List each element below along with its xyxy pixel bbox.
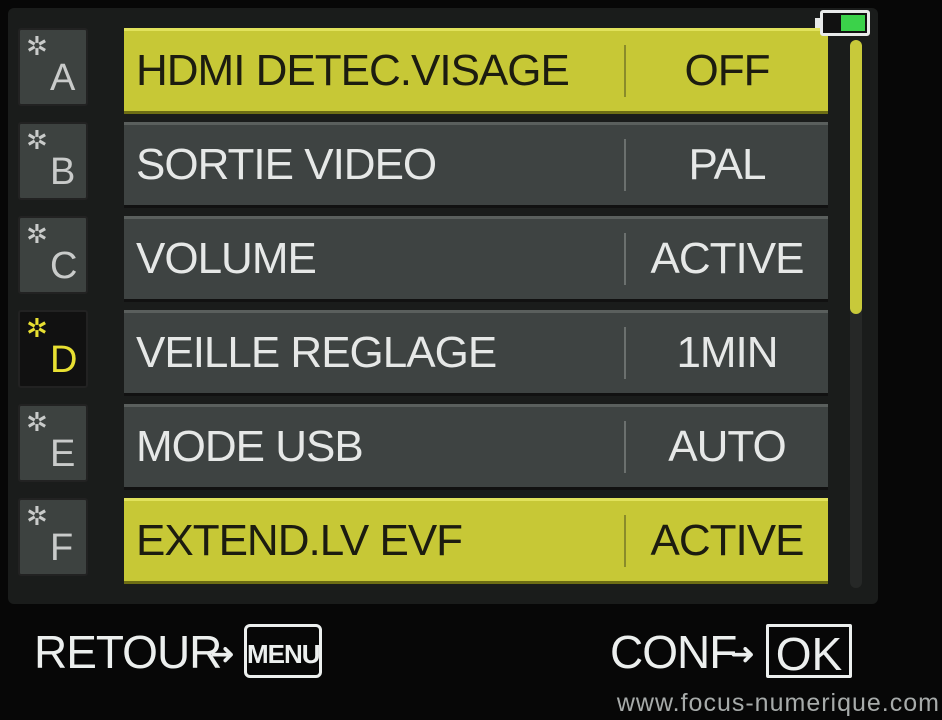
menu-row-value: PAL (688, 140, 767, 189)
gear-icon: ✲ (26, 314, 48, 344)
gear-icon: ✲ (26, 220, 48, 250)
gear-icon: ✲ (26, 32, 48, 62)
menu-row-label: VOLUME (136, 234, 317, 283)
row-divider (624, 515, 626, 567)
tab-letter: E (50, 433, 76, 475)
tab-custom-e[interactable]: ✲ E (18, 404, 88, 482)
battery-level-fill (841, 15, 865, 31)
menu-row-hdmi-detec-visage[interactable]: HDMI DETEC.VISAGE OFF (124, 28, 828, 114)
tab-custom-a[interactable]: ✲ A (18, 28, 88, 106)
menu-row-value: ACTIVE (650, 234, 805, 283)
row-divider (624, 421, 626, 473)
menu-key-button[interactable]: MENU (244, 624, 322, 678)
tab-letter: C (50, 245, 78, 287)
menu-row-mode-usb[interactable]: MODE USB AUTO (124, 404, 828, 490)
battery-icon (815, 10, 870, 36)
menu-row-label: MODE USB (136, 422, 364, 471)
row-divider (624, 139, 626, 191)
tab-custom-d[interactable]: ✲ D (18, 310, 88, 388)
ok-key-button[interactable]: OK (766, 624, 852, 680)
tab-letter: D (50, 339, 78, 381)
tab-letter: B (50, 151, 76, 193)
gear-icon: ✲ (26, 126, 48, 156)
menu-row-veille-reglage[interactable]: VEILLE REGLAGE 1MIN (124, 310, 828, 396)
back-label: RETOUR (34, 626, 222, 678)
menu-row-sortie-video[interactable]: SORTIE VIDEO PAL (124, 122, 828, 208)
menu-row-value: AUTO (668, 422, 786, 471)
arrow-right-icon: ➜ (730, 637, 756, 672)
menu-row-value: ACTIVE (650, 516, 805, 565)
menu-row-value: 1MIN (676, 328, 778, 377)
tab-letter: F (50, 527, 74, 569)
tab-custom-f[interactable]: ✲ F (18, 498, 88, 576)
tab-custom-c[interactable]: ✲ C (18, 216, 88, 294)
arrow-right-icon: ➜ (210, 637, 236, 672)
row-divider (624, 45, 626, 97)
menu-row-label: SORTIE VIDEO (136, 140, 437, 189)
menu-row-label: EXTEND.LV EVF (136, 516, 463, 565)
watermark-text: www.focus-numerique.com (616, 689, 940, 717)
tab-letter: A (50, 57, 76, 99)
camera-menu-screen: ✲ A ✲ B ✲ C ✲ D ✲ E ✲ F HDMI DETEC.VISAG… (0, 0, 942, 720)
menu-row-volume[interactable]: VOLUME ACTIVE (124, 216, 828, 302)
scrollbar-thumb[interactable] (850, 40, 862, 314)
menu-row-extend-lv-evf[interactable]: EXTEND.LV EVF ACTIVE (124, 498, 828, 584)
row-divider (624, 327, 626, 379)
menu-row-label: HDMI DETEC.VISAGE (136, 46, 570, 95)
gear-icon: ✲ (26, 502, 48, 532)
menu-row-label: VEILLE REGLAGE (136, 328, 497, 377)
tab-custom-b[interactable]: ✲ B (18, 122, 88, 200)
gear-icon: ✲ (26, 408, 48, 438)
row-divider (624, 233, 626, 285)
scrollbar-track[interactable] (850, 40, 862, 588)
menu-row-value: OFF (684, 46, 771, 95)
confirm-label: CONF (610, 626, 737, 678)
